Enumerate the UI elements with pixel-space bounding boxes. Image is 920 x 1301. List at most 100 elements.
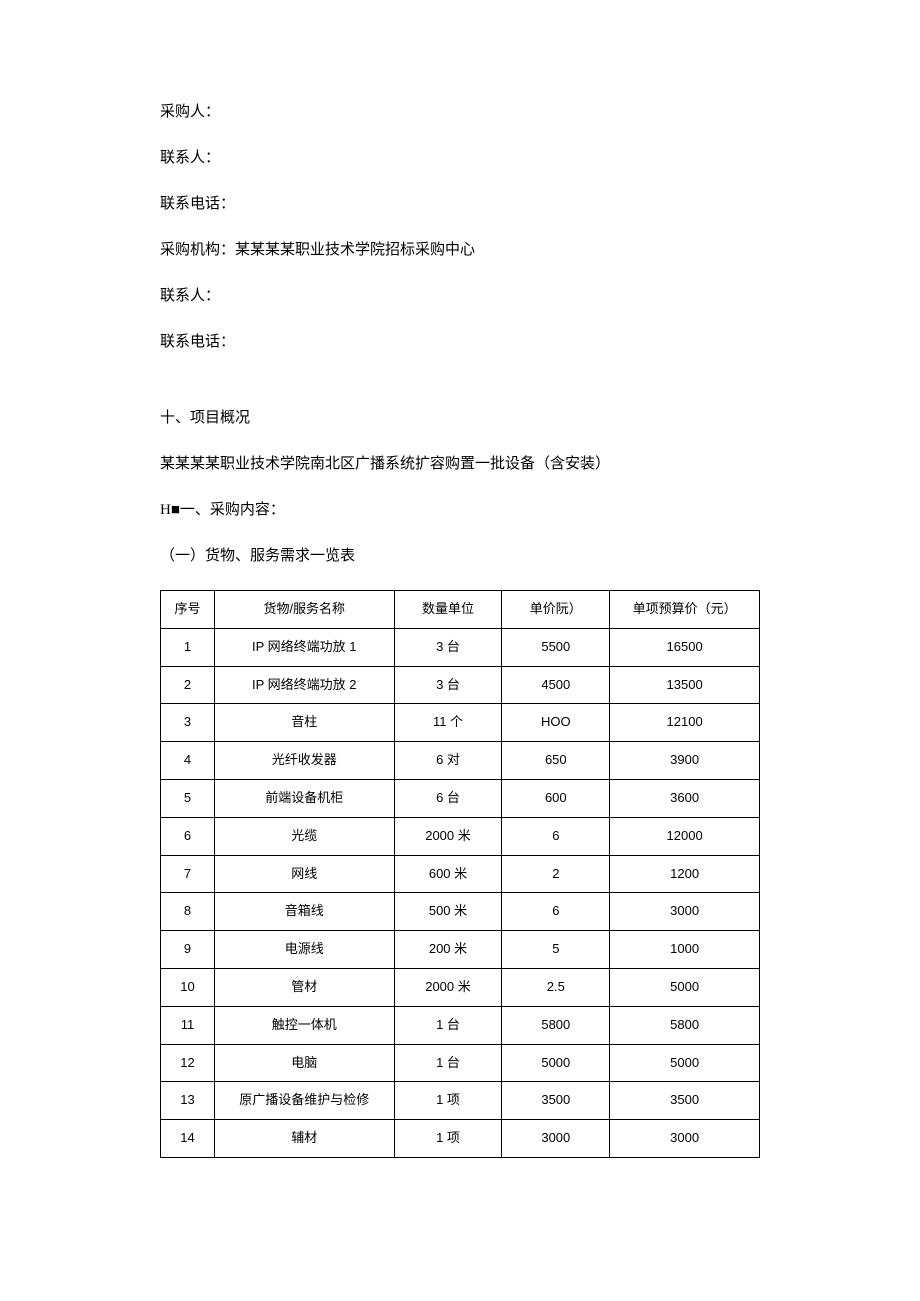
cell-name: 原广播设备维护与检修 [214,1082,394,1120]
contact-field-1: 联系人： [160,146,760,170]
contact-field-2: 联系人： [160,284,760,308]
cell-qty: 2000 米 [394,817,502,855]
cell-qty: 500 米 [394,893,502,931]
table-row: 9电源线200 米51000 [161,931,760,969]
cell-unit_price: 3500 [502,1082,610,1120]
cell-qty: 6 对 [394,742,502,780]
table-row: 12电脑1 台50005000 [161,1044,760,1082]
cell-name: 触控一体机 [214,1006,394,1044]
table-row: 10管材2000 米2.55000 [161,968,760,1006]
agency-field: 采购机构：某某某某职业技术学院招标采购中心 [160,238,760,262]
cell-unit_price: 5500 [502,628,610,666]
cell-name: IP 网络终端功放 2 [214,666,394,704]
cell-name: 光纤收发器 [214,742,394,780]
cell-name: IP 网络终端功放 1 [214,628,394,666]
table-row: 13原广播设备维护与检修1 项35003500 [161,1082,760,1120]
cell-qty: 1 台 [394,1044,502,1082]
table-header-row: 序号 货物/服务名称 数量单位 单价阮） 单项预算价（元） [161,591,760,629]
goods-services-table: 序号 货物/服务名称 数量单位 单价阮） 单项预算价（元） 1IP 网络终端功放… [160,590,760,1158]
cell-name: 光缆 [214,817,394,855]
cell-unit_price: 600 [502,779,610,817]
cell-seq: 11 [161,1006,215,1044]
cell-budget: 12000 [610,817,760,855]
table-row: 6光缆2000 米612000 [161,817,760,855]
cell-name: 辅材 [214,1120,394,1158]
cell-qty: 1 项 [394,1082,502,1120]
table-row: 14辅材1 项30003000 [161,1120,760,1158]
cell-seq: 6 [161,817,215,855]
cell-name: 电脑 [214,1044,394,1082]
cell-budget: 3000 [610,893,760,931]
cell-qty: 3 台 [394,666,502,704]
cell-qty: 1 台 [394,1006,502,1044]
purchaser-field: 采购人： [160,100,760,124]
cell-unit_price: 3000 [502,1120,610,1158]
cell-unit_price: 5000 [502,1044,610,1082]
cell-budget: 3500 [610,1082,760,1120]
cell-budget: 12100 [610,704,760,742]
cell-seq: 3 [161,704,215,742]
table-row: 1IP 网络终端功放 13 台550016500 [161,628,760,666]
table-row: 3音柱11 个HOO12100 [161,704,760,742]
cell-seq: 5 [161,779,215,817]
table-row: 2IP 网络终端功放 23 台450013500 [161,666,760,704]
cell-budget: 5000 [610,968,760,1006]
cell-budget: 3000 [610,1120,760,1158]
header-budget: 单项预算价（元） [610,591,760,629]
table-intro: （一）货物、服务需求一览表 [160,544,760,568]
cell-seq: 9 [161,931,215,969]
cell-budget: 5800 [610,1006,760,1044]
cell-name: 网线 [214,855,394,893]
cell-seq: 13 [161,1082,215,1120]
cell-budget: 3600 [610,779,760,817]
header-qty: 数量单位 [394,591,502,629]
cell-seq: 7 [161,855,215,893]
cell-qty: 1 项 [394,1120,502,1158]
cell-unit_price: 650 [502,742,610,780]
cell-seq: 1 [161,628,215,666]
cell-budget: 3900 [610,742,760,780]
cell-seq: 8 [161,893,215,931]
cell-qty: 6 台 [394,779,502,817]
cell-name: 音柱 [214,704,394,742]
cell-name: 管材 [214,968,394,1006]
phone-field-1: 联系电话： [160,192,760,216]
cell-seq: 12 [161,1044,215,1082]
cell-budget: 5000 [610,1044,760,1082]
cell-name: 音箱线 [214,893,394,931]
cell-unit_price: 4500 [502,666,610,704]
cell-qty: 200 米 [394,931,502,969]
cell-name: 前端设备机柜 [214,779,394,817]
cell-qty: 11 个 [394,704,502,742]
table-row: 5前端设备机柜6 台6003600 [161,779,760,817]
header-seq: 序号 [161,591,215,629]
cell-budget: 13500 [610,666,760,704]
table-row: 11触控一体机1 台58005800 [161,1006,760,1044]
cell-qty: 2000 米 [394,968,502,1006]
cell-budget: 16500 [610,628,760,666]
cell-seq: 10 [161,968,215,1006]
cell-budget: 1200 [610,855,760,893]
cell-qty: 3 台 [394,628,502,666]
table-row: 4光纤收发器6 对6503900 [161,742,760,780]
header-name: 货物/服务名称 [214,591,394,629]
cell-seq: 4 [161,742,215,780]
cell-unit_price: 2.5 [502,968,610,1006]
h-section-heading: H■一、采购内容： [160,498,760,522]
project-description: 某某某某职业技术学院南北区广播系统扩容购置一批设备（含安装） [160,452,760,476]
cell-qty: 600 米 [394,855,502,893]
cell-seq: 2 [161,666,215,704]
cell-seq: 14 [161,1120,215,1158]
cell-name: 电源线 [214,931,394,969]
cell-unit_price: 5 [502,931,610,969]
cell-budget: 1000 [610,931,760,969]
cell-unit_price: 6 [502,817,610,855]
section-10-heading: 十、项目概况 [160,406,760,430]
cell-unit_price: 2 [502,855,610,893]
phone-field-2: 联系电话： [160,330,760,354]
table-row: 7网线600 米21200 [161,855,760,893]
cell-unit_price: HOO [502,704,610,742]
table-row: 8音箱线500 米63000 [161,893,760,931]
cell-unit_price: 5800 [502,1006,610,1044]
header-unit-price: 单价阮） [502,591,610,629]
